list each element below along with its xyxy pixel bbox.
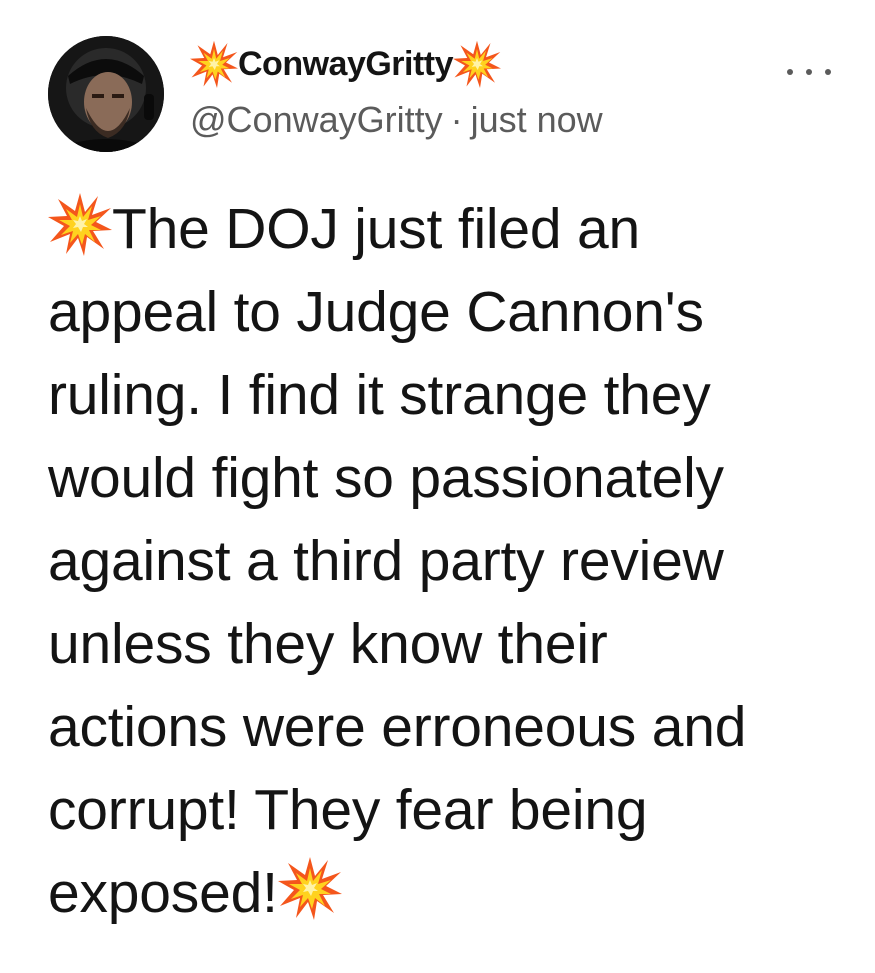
collision-burst-icon bbox=[190, 40, 238, 88]
more-options-icon[interactable] bbox=[787, 60, 831, 84]
tweet-timestamp[interactable]: just now bbox=[471, 99, 603, 141]
avatar[interactable] bbox=[48, 36, 164, 152]
author-name-row[interactable]: ConwayGritty bbox=[190, 38, 501, 90]
tweet-line: against a third party review bbox=[48, 529, 724, 593]
collision-burst-icon bbox=[48, 192, 112, 256]
author-display-name[interactable]: ConwayGritty bbox=[238, 45, 454, 84]
tweet-line: would fight so passionately bbox=[48, 446, 724, 510]
tweet-line: ruling. I find it strange they bbox=[48, 363, 711, 427]
collision-burst-icon bbox=[278, 856, 342, 920]
tweet-line: The DOJ just filed an bbox=[48, 188, 838, 271]
tweet-text: The DOJ just filed an appeal to Judge Ca… bbox=[48, 188, 838, 935]
more-dot bbox=[825, 69, 831, 75]
avatar-image bbox=[48, 36, 164, 152]
tweet-line-text: The DOJ just filed an bbox=[112, 197, 641, 261]
meta-separator: · bbox=[450, 99, 463, 140]
tweet-line: exposed! bbox=[48, 852, 838, 935]
tweet-line: actions were erroneous and bbox=[48, 695, 747, 759]
author-meta-row: @ConwayGritty · just now bbox=[190, 96, 603, 144]
tweet-line: unless they know their bbox=[48, 612, 608, 676]
tweet-card: ConwayGritty @ConwayGritty · just now Th… bbox=[0, 0, 875, 973]
tweet-line-text: exposed! bbox=[48, 861, 278, 925]
collision-burst-icon bbox=[453, 40, 501, 88]
author-handle[interactable]: @ConwayGritty bbox=[190, 99, 443, 141]
more-dot bbox=[787, 69, 793, 75]
more-dot bbox=[806, 69, 812, 75]
tweet-line: corrupt! They fear being bbox=[48, 778, 648, 842]
tweet-line: appeal to Judge Cannon's bbox=[48, 280, 704, 344]
